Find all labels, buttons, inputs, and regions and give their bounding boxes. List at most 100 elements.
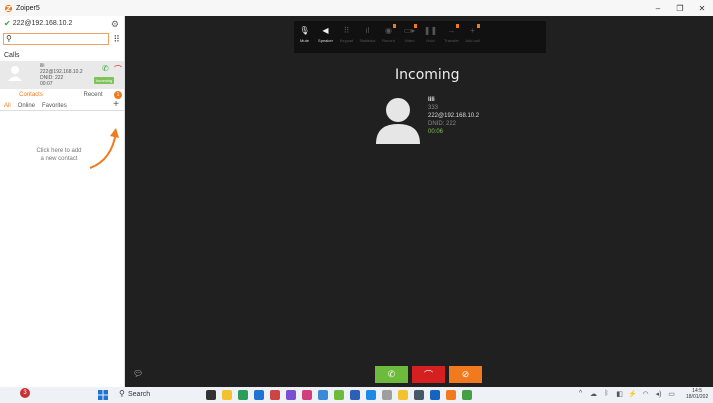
contacts-tabs: Contacts Recent <box>0 90 124 100</box>
hint-arrow-icon <box>89 128 119 169</box>
caller-name: lili <box>428 97 435 103</box>
dialpad-icon[interactable]: ⠿ <box>113 34 120 45</box>
phone-icon: ✆ <box>387 369 396 379</box>
hold-button[interactable]: ❚❚ Hold <box>420 21 441 53</box>
video-button[interactable]: ▭▸ Video <box>399 21 420 53</box>
reject-call-icon[interactable]: ⌒ <box>114 64 122 75</box>
keypad-icon: ⠿ <box>343 26 350 35</box>
decline-button[interactable]: ⌒ <box>412 366 445 383</box>
account-status[interactable]: ✔ 222@192.168.10.2 <box>0 16 124 30</box>
call-state-title: Incoming <box>395 67 460 83</box>
system-tray: ^ ☁ ᛒ ◧ ⚡ ◠ ◂) ▭ <box>574 390 678 398</box>
chevron-up-icon[interactable]: ^ <box>574 390 587 398</box>
taskbar-app-icon[interactable] <box>430 390 440 400</box>
tray-app-icon[interactable]: ◧ <box>613 390 626 398</box>
caller-uri: 222@192.168.10.2 <box>428 113 480 119</box>
bell-off-icon: ⊘ <box>461 369 470 379</box>
filter-favorites[interactable]: Favorites <box>42 103 67 109</box>
taskbar-app-icon[interactable] <box>318 390 328 400</box>
speaker-icon: ◀︎ <box>322 26 329 35</box>
caller-info: lili 333 222@192.168.10.2 DNID: 222 00:0… <box>428 96 479 136</box>
statistics-button[interactable]: ıl Statistics <box>357 21 378 53</box>
tab-contacts[interactable]: Contacts <box>0 90 62 100</box>
window-controls: – ❐ ✕ <box>647 0 713 16</box>
filter-all[interactable]: All <box>4 103 11 109</box>
add-contact-hint[interactable]: Click here to add a new contact <box>34 147 84 163</box>
call-item-details: lili 222@192.168.10.2 DNID: 222 00:07 <box>40 63 83 87</box>
taskbar-app-icon[interactable] <box>414 390 424 400</box>
zoiper-taskbar-icon[interactable] <box>446 390 456 400</box>
sidebar: ✔ 222@192.168.10.2 ⚙ ⚲ ⠿ Calls lili 222@… <box>0 16 125 403</box>
transfer-button[interactable]: → Transfer <box>441 21 462 53</box>
record-button[interactable]: ◉ Record <box>378 21 399 53</box>
title-bar: Zoiper5 – ❐ ✕ <box>0 0 713 16</box>
taskbar-app-icon[interactable] <box>398 390 408 400</box>
feature-lock-marker <box>414 24 417 28</box>
call-list-item[interactable]: lili 222@192.168.10.2 DNID: 222 00:07 ✆ … <box>0 61 124 89</box>
window-title: Zoiper5 <box>16 4 40 12</box>
taskbar-app-icon[interactable] <box>350 390 360 400</box>
silence-ring-button[interactable]: ⊘ <box>449 366 482 383</box>
hold-icon: ❚❚ <box>423 26 438 35</box>
registered-check-icon: ✔ <box>4 18 11 28</box>
accept-call-icon[interactable]: ✆ <box>102 64 109 73</box>
answer-button[interactable]: ✆ <box>375 366 408 383</box>
calls-section-label: Calls <box>4 52 20 59</box>
minimize-button[interactable]: – <box>647 0 669 16</box>
caller-dnid: DNID: 222 <box>428 121 457 127</box>
wifi-icon[interactable]: ◠ <box>639 390 652 398</box>
feature-lock-marker <box>393 24 396 28</box>
edge-browser-icon[interactable] <box>238 390 248 400</box>
taskbar: 3 ⚲ Search ^ ☁ ᛒ ◧ ⚡ ◠ ◂) ▭ 14:5 18/01/2… <box>0 387 713 403</box>
taskbar-app-icon[interactable] <box>334 390 344 400</box>
cloud-icon[interactable]: ☁ <box>587 390 600 398</box>
feature-lock-marker <box>477 24 480 28</box>
taskbar-app-icon[interactable] <box>302 390 312 400</box>
taskbar-search-icon[interactable]: ⚲ <box>119 389 125 398</box>
hangup-icon: ⌒ <box>423 370 433 380</box>
windows-start-icon[interactable] <box>98 390 108 400</box>
restore-button[interactable]: ❐ <box>669 0 691 16</box>
store-icon[interactable] <box>254 390 264 400</box>
call-panel: 🎙︎ Mute ◀︎ Speaker ⠿ Keypad ıl Statistic… <box>125 16 713 387</box>
search-input[interactable] <box>16 34 106 44</box>
chat-icon[interactable]: 💬︎ <box>133 369 143 378</box>
contact-filters: All Online Favorites <box>0 101 124 111</box>
call-action-buttons: ✆ ⌒ ⊘ <box>375 366 486 383</box>
call-timer: 00:06 <box>428 129 444 135</box>
taskbar-app-icon[interactable] <box>462 390 472 400</box>
clock-date: 18/01/202 <box>686 394 709 400</box>
gear-icon[interactable]: ⚙ <box>111 19 119 30</box>
mute-button[interactable]: 🎙︎ Mute <box>294 21 315 53</box>
filter-online[interactable]: Online <box>18 103 35 109</box>
battery-icon[interactable]: ▭ <box>665 390 678 398</box>
call-item-duration: 00:07 <box>40 81 53 87</box>
keypad-button[interactable]: ⠿ Keypad <box>336 21 357 53</box>
taskbar-app-icon[interactable] <box>286 390 296 400</box>
file-explorer-icon[interactable] <box>222 390 232 400</box>
taskbar-search-label[interactable]: Search <box>128 391 150 398</box>
add-contact-icon[interactable]: + <box>113 100 119 110</box>
incoming-badge: Incoming <box>94 77 115 84</box>
microphone-icon: 🎙︎ <box>299 26 310 35</box>
system-clock[interactable]: 14:5 18/01/202 <box>686 388 708 400</box>
zoiper-logo-icon <box>4 4 13 12</box>
recent-count-badge: 1 <box>114 91 122 99</box>
task-view-icon[interactable] <box>206 390 216 400</box>
bluetooth-icon[interactable]: ᛒ <box>600 390 613 398</box>
caller-number: 333 <box>428 105 439 111</box>
taskbar-app-icon[interactable] <box>270 390 280 400</box>
notification-badge[interactable]: 3 <box>20 388 30 398</box>
add-call-button[interactable]: + Add call <box>462 21 483 53</box>
close-button[interactable]: ✕ <box>691 0 713 16</box>
search-box[interactable]: ⚲ <box>3 33 109 45</box>
taskbar-app-icon[interactable] <box>382 390 392 400</box>
taskbar-app-icon[interactable] <box>366 390 376 400</box>
call-toolbar: 🎙︎ Mute ◀︎ Speaker ⠿ Keypad ıl Statistic… <box>294 21 546 53</box>
caller-avatar-icon <box>376 98 420 144</box>
avatar-icon <box>8 66 22 81</box>
speaker-button[interactable]: ◀︎ Speaker <box>315 21 336 53</box>
account-address: 222@192.168.10.2 <box>12 19 73 27</box>
usb-icon[interactable]: ⚡ <box>626 390 639 398</box>
volume-icon[interactable]: ◂) <box>652 390 665 398</box>
